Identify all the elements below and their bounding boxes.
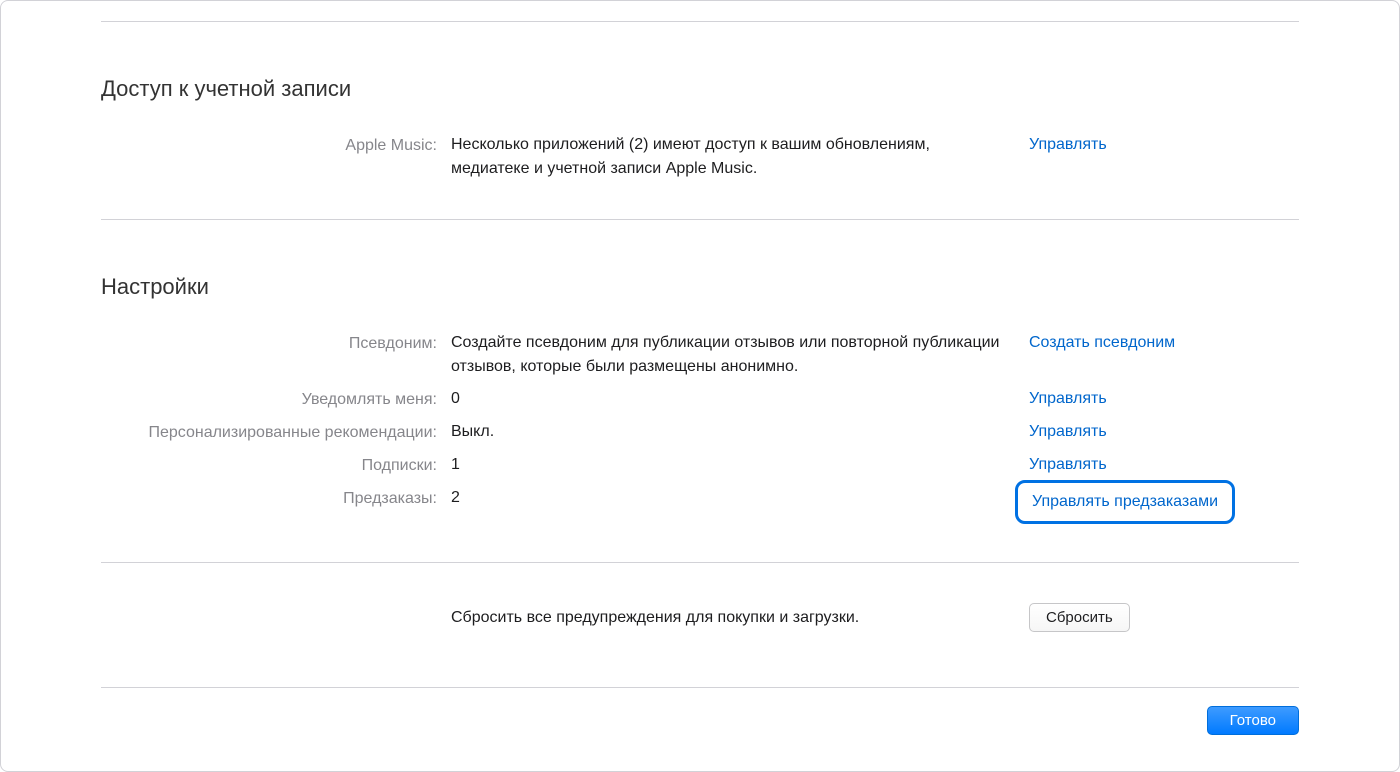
recommendations-label: Персонализированные рекомендации: <box>101 420 451 445</box>
preorders-value: 2 <box>451 486 1029 510</box>
divider-top <box>101 21 1299 22</box>
apple-music-manage-link[interactable]: Управлять <box>1029 136 1107 154</box>
nickname-row: Псевдоним: Создайте псевдоним для публик… <box>101 331 1299 379</box>
subscriptions-manage-link[interactable]: Управлять <box>1029 456 1107 474</box>
done-button[interactable]: Готово <box>1207 706 1299 735</box>
apple-music-row: Apple Music: Несколько приложений (2) им… <box>101 133 1299 181</box>
preorders-manage-link[interactable]: Управлять предзаказами <box>1032 493 1218 511</box>
recommendations-value: Выкл. <box>451 420 1029 444</box>
divider-1 <box>101 219 1299 220</box>
recommendations-row: Персонализированные рекомендации: Выкл. … <box>101 420 1299 445</box>
apple-music-label: Apple Music: <box>101 133 451 158</box>
recommendations-manage-link[interactable]: Управлять <box>1029 423 1107 441</box>
preorders-row: Предзаказы: 2 Управлять предзаказами <box>101 486 1299 524</box>
settings-section: Настройки Псевдоним: Создайте псевдоним … <box>101 270 1299 562</box>
reset-warnings-text: Сбросить все предупреждения для покупки … <box>451 606 1029 630</box>
footer: Готово <box>101 688 1299 735</box>
account-settings-window: Доступ к учетной записи Apple Music: Нес… <box>0 0 1400 772</box>
apple-music-value: Несколько приложений (2) имеют доступ к … <box>451 133 1029 181</box>
subscriptions-value: 1 <box>451 453 1029 477</box>
nickname-label: Псевдоним: <box>101 331 451 356</box>
preorders-label: Предзаказы: <box>101 486 451 511</box>
notify-value: 0 <box>451 387 1029 411</box>
reset-button[interactable]: Сбросить <box>1029 603 1130 632</box>
account-access-section: Доступ к учетной записи Apple Music: Нес… <box>101 72 1299 219</box>
notify-label: Уведомлять меня: <box>101 387 451 412</box>
create-nickname-link[interactable]: Создать псевдоним <box>1029 334 1175 352</box>
notify-row: Уведомлять меня: 0 Управлять <box>101 387 1299 412</box>
settings-title: Настройки <box>101 270 1299 303</box>
subscriptions-row: Подписки: 1 Управлять <box>101 453 1299 478</box>
reset-warnings-row: Сбросить все предупреждения для покупки … <box>101 563 1299 687</box>
subscriptions-label: Подписки: <box>101 453 451 478</box>
notify-manage-link[interactable]: Управлять <box>1029 390 1107 408</box>
account-access-title: Доступ к учетной записи <box>101 72 1299 105</box>
nickname-value: Создайте псевдоним для публикации отзыво… <box>451 331 1029 379</box>
preorders-highlight: Управлять предзаказами <box>1015 480 1235 524</box>
